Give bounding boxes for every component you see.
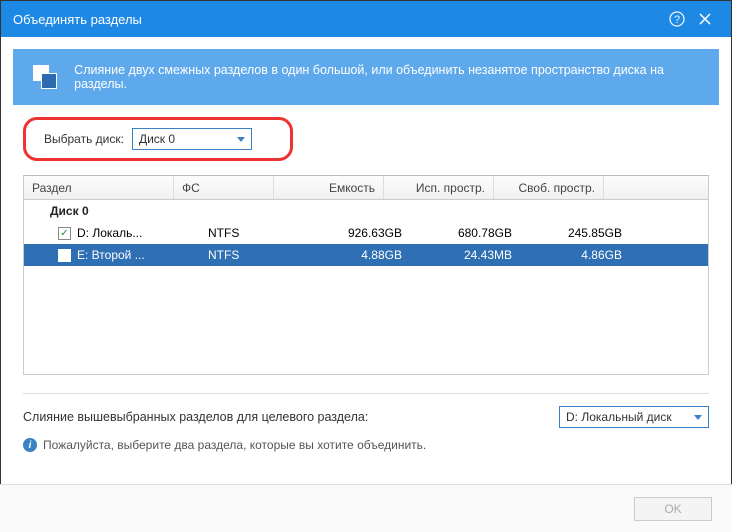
target-combo[interactable]: D: Локальный диск [559,406,709,428]
hint-row: i Пожалуйста, выберите два раздела, кото… [23,438,709,452]
hint-text: Пожалуйста, выберите два раздела, которы… [43,438,426,452]
row-checkbox[interactable] [58,249,71,262]
col-capacity[interactable]: Емкость [274,176,384,199]
row-free: 4.86GB [520,248,630,262]
col-name[interactable]: Раздел [24,176,174,199]
row-fs: NTFS [200,248,300,262]
select-disk-label: Выбрать диск: [44,132,124,146]
row-used: 680.78GB [410,226,520,240]
table-row[interactable]: E: Второй ... NTFS 4.88GB 24.43MB 4.86GB [24,244,708,266]
info-icon: i [23,438,37,452]
row-used: 24.43MB [410,248,520,262]
row-cap: 926.63GB [300,226,410,240]
select-disk-row: Выбрать диск: Диск 0 [23,117,293,161]
row-checkbox[interactable] [58,227,71,240]
row-fs: NTFS [200,226,300,240]
row-label: E: Второй ... [77,248,145,262]
info-banner: Слияние двух смежных разделов в один бол… [13,49,719,105]
row-label: D: Локаль... [77,226,142,240]
chevron-down-icon [694,415,702,420]
window-title: Объединять разделы [13,12,663,27]
merge-target-section: Слияние вышевыбранных разделов для целев… [23,393,709,452]
partition-table: Раздел ФС Емкость Исп. простр. Своб. про… [23,175,709,375]
disk-group: Диск 0 [24,200,708,222]
target-value: D: Локальный диск [566,410,672,424]
footer: OK [0,484,732,532]
titlebar: Объединять разделы ? [1,1,731,37]
ok-button[interactable]: OK [634,497,712,521]
row-free: 245.85GB [520,226,630,240]
merge-icon [31,63,58,91]
select-disk-value: Диск 0 [139,132,175,146]
chevron-down-icon [237,137,245,142]
row-cap: 4.88GB [300,248,410,262]
col-fs[interactable]: ФС [174,176,274,199]
col-free[interactable]: Своб. простр. [494,176,604,199]
merge-label: Слияние вышевыбранных разделов для целев… [23,410,559,424]
svg-text:?: ? [674,14,680,26]
banner-text: Слияние двух смежных разделов в один бол… [74,63,701,91]
select-disk-combo[interactable]: Диск 0 [132,128,252,150]
col-used[interactable]: Исп. простр. [384,176,494,199]
table-header: Раздел ФС Емкость Исп. простр. Своб. про… [24,176,708,200]
table-row[interactable]: D: Локаль... NTFS 926.63GB 680.78GB 245.… [24,222,708,244]
close-icon[interactable] [691,5,719,33]
help-icon[interactable]: ? [663,5,691,33]
